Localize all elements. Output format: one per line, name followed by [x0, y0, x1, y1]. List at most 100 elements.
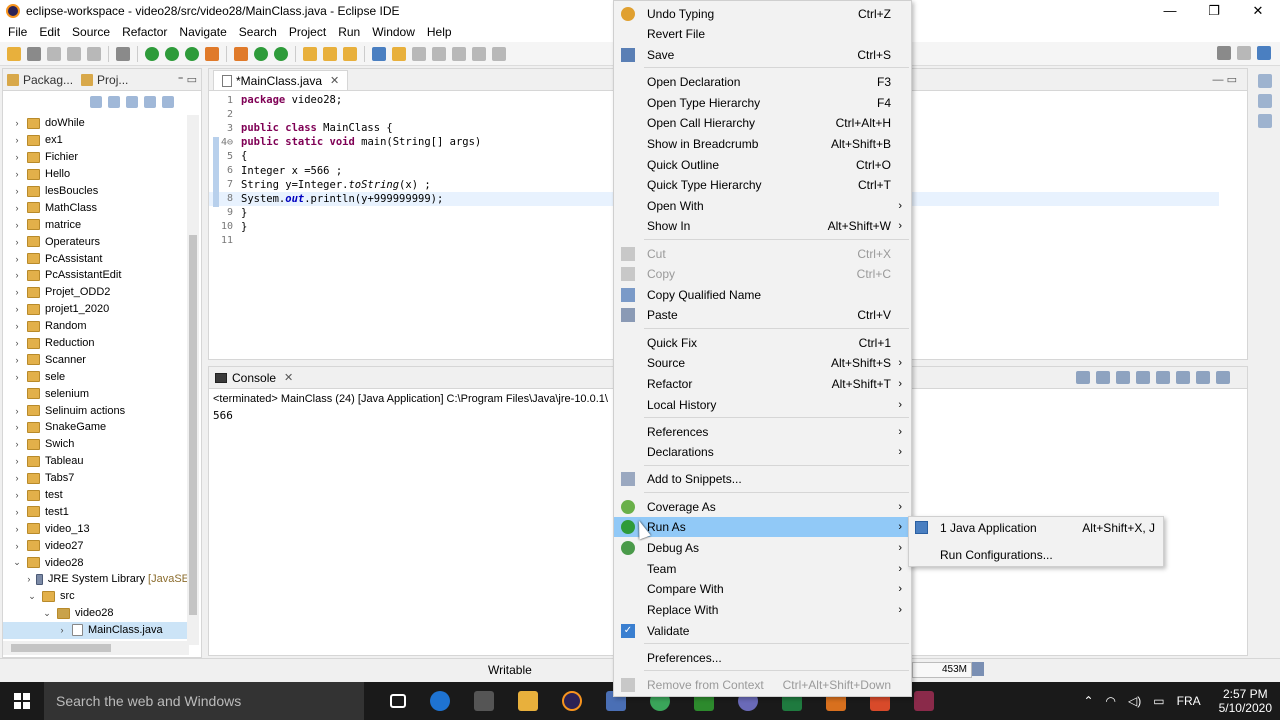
- menu-project[interactable]: Project: [283, 25, 332, 39]
- remove-launch-icon[interactable]: [1096, 371, 1110, 384]
- tree-item[interactable]: › matrice: [3, 216, 189, 233]
- submenu-item-run-configurations[interactable]: Run Configurations...: [909, 544, 1163, 566]
- tree-item[interactable]: › Scanner: [3, 351, 189, 368]
- close-console-icon[interactable]: ✕: [284, 371, 293, 384]
- tree-vertical-scrollbar[interactable]: [187, 115, 199, 645]
- file-explorer-icon[interactable]: [518, 691, 538, 711]
- menu-item-remove-from-context[interactable]: Remove from Context Ctrl+Alt+Shift+Down: [614, 675, 911, 695]
- chevron-right-icon[interactable]: ›: [11, 186, 23, 196]
- toggle-mark-icon[interactable]: [412, 46, 426, 61]
- menu-item-preferences[interactable]: Preferences...: [614, 648, 911, 668]
- search-icon[interactable]: [1217, 46, 1231, 60]
- display-console-icon[interactable]: [1196, 371, 1210, 384]
- perspective-icon[interactable]: [1237, 46, 1251, 60]
- menu-item-declarations[interactable]: Declarations ›: [614, 442, 911, 462]
- menu-item-refactor[interactable]: Refactor Alt+Shift+T ›: [614, 374, 911, 394]
- tree-item[interactable]: › test1: [3, 503, 189, 520]
- open-type-icon[interactable]: [303, 46, 317, 61]
- menu-item-run-as[interactable]: Run As ›: [614, 517, 911, 537]
- annotation-icon[interactable]: [372, 46, 386, 61]
- tree-item[interactable]: › projet1_2020: [3, 301, 189, 318]
- store-icon[interactable]: [474, 691, 494, 711]
- chevron-right-icon[interactable]: ›: [11, 203, 23, 213]
- tree-item[interactable]: › video_13: [3, 520, 189, 537]
- tab-project-explorer[interactable]: Proj...: [77, 73, 132, 87]
- tree-item[interactable]: › lesBoucles: [3, 183, 189, 200]
- chevron-right-icon[interactable]: ›: [11, 220, 23, 230]
- tree-item[interactable]: ⌄ video28: [3, 554, 189, 571]
- tree-item[interactable]: ⌄ src: [3, 588, 189, 605]
- outline-icon[interactable]: [1258, 94, 1272, 108]
- notification-icon[interactable]: ▭: [1153, 694, 1164, 708]
- word-wrap-console-icon[interactable]: [1156, 371, 1170, 384]
- chevron-down-icon[interactable]: ⌄: [41, 608, 53, 619]
- garbage-collect-icon[interactable]: [972, 662, 984, 676]
- menu-item-paste[interactable]: Paste Ctrl+V: [614, 305, 911, 325]
- chevron-right-icon[interactable]: ›: [11, 473, 23, 483]
- print-icon[interactable]: [87, 46, 101, 61]
- edge-icon[interactable]: [430, 691, 450, 711]
- new-package-icon[interactable]: [254, 46, 268, 61]
- chevron-right-icon[interactable]: ›: [11, 321, 23, 331]
- menu-item-references[interactable]: References ›: [614, 422, 911, 442]
- chevron-right-icon[interactable]: ›: [11, 135, 23, 145]
- tree-item[interactable]: › sele: [3, 368, 189, 385]
- chevron-right-icon[interactable]: ›: [11, 355, 23, 365]
- focus-icon[interactable]: [144, 96, 156, 108]
- save-all-icon[interactable]: [67, 46, 81, 61]
- chevron-right-icon[interactable]: ›: [11, 456, 23, 466]
- chevron-right-icon[interactable]: ›: [11, 406, 23, 416]
- eclipse-taskbar-icon[interactable]: [562, 691, 582, 711]
- menu-item-source[interactable]: Source Alt+Shift+S ›: [614, 353, 911, 373]
- language-indicator[interactable]: FRA: [1177, 694, 1201, 708]
- chevron-up-icon[interactable]: ⌃: [1083, 694, 1093, 708]
- chevron-down-icon[interactable]: ⌄: [26, 591, 38, 602]
- clock[interactable]: 2:57 PM 5/10/2020: [1219, 687, 1272, 715]
- tree-item[interactable]: › Operateurs: [3, 233, 189, 250]
- scroll-lock-icon[interactable]: [1136, 371, 1150, 384]
- menu-source[interactable]: Source: [66, 25, 116, 39]
- tree-item[interactable]: › MainClass.java: [3, 621, 189, 639]
- tree-item[interactable]: ⌄ video28: [3, 605, 189, 622]
- next-annotation-icon[interactable]: [492, 46, 506, 61]
- chevron-right-icon[interactable]: ›: [11, 152, 23, 162]
- show-whitespace-icon[interactable]: [472, 46, 486, 61]
- chevron-right-icon[interactable]: ›: [11, 422, 23, 432]
- task-list-icon[interactable]: [1258, 114, 1272, 128]
- chevron-right-icon[interactable]: ›: [11, 338, 23, 348]
- menu-help[interactable]: Help: [421, 25, 458, 39]
- menu-item-replace-with[interactable]: Replace With ›: [614, 600, 911, 620]
- coverage-icon[interactable]: [185, 46, 199, 61]
- menu-item-cut[interactable]: Cut Ctrl+X: [614, 244, 911, 264]
- menu-item-revert-file[interactable]: Revert File: [614, 24, 911, 44]
- menu-file[interactable]: File: [2, 25, 33, 39]
- debug-icon[interactable]: [145, 46, 159, 61]
- menu-item-open-declaration[interactable]: Open Declaration F3: [614, 72, 911, 92]
- close-button[interactable]: ✕: [1236, 0, 1280, 22]
- editor-panel-controls[interactable]: — ▭: [1213, 73, 1237, 86]
- tree-item[interactable]: › Tabs7: [3, 470, 189, 487]
- start-button[interactable]: [0, 682, 44, 720]
- submenu-item-1-java-application[interactable]: 1 Java Application Alt+Shift+X, J: [909, 517, 1163, 539]
- tab-package-explorer[interactable]: Packag...: [3, 73, 77, 87]
- tree-item[interactable]: › doWhile: [3, 115, 189, 132]
- chevron-right-icon[interactable]: ›: [11, 237, 23, 247]
- search-toolbar-icon[interactable]: [343, 46, 357, 61]
- tree-item[interactable]: › Random: [3, 318, 189, 335]
- chevron-right-icon[interactable]: ›: [11, 304, 23, 314]
- menu-item-save[interactable]: Save Ctrl+S: [614, 45, 911, 65]
- chevron-right-icon[interactable]: ›: [11, 507, 23, 517]
- chevron-right-icon[interactable]: ›: [11, 541, 23, 551]
- view-menu-icon[interactable]: [162, 96, 174, 108]
- menu-item-open-with[interactable]: Open With ›: [614, 196, 911, 216]
- network-icon[interactable]: ◠: [1106, 694, 1116, 708]
- menu-item-show-in-breadcrumb[interactable]: Show in Breadcrumb Alt+Shift+B: [614, 134, 911, 154]
- chevron-right-icon[interactable]: ›: [11, 254, 23, 264]
- tree-item[interactable]: › ex1: [3, 132, 189, 149]
- menu-item-debug-as[interactable]: Debug As ›: [614, 538, 911, 558]
- menu-run[interactable]: Run: [332, 25, 366, 39]
- tree-item[interactable]: › Tableau: [3, 453, 189, 470]
- chevron-right-icon[interactable]: ›: [11, 372, 23, 382]
- maximize-button[interactable]: ❐: [1192, 0, 1236, 22]
- taskbar-search[interactable]: Search the web and Windows: [44, 682, 364, 720]
